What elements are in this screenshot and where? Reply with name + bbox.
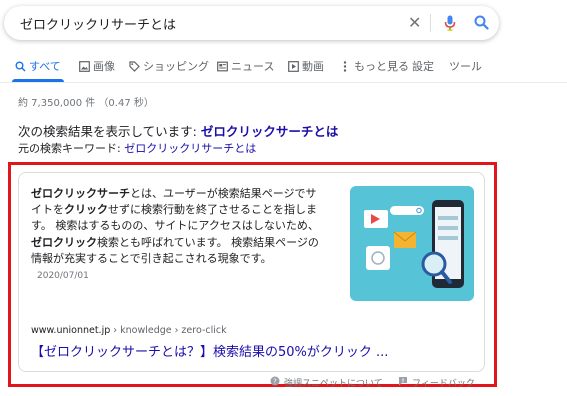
- tab-label: すべて: [29, 60, 61, 73]
- feedback-link[interactable]: フィードバック: [398, 376, 475, 389]
- tab-more[interactable]: もっと見る: [339, 58, 409, 74]
- original-query: 元の検索キーワード: ゼロクリックリサーチとは: [18, 140, 256, 156]
- about-featured-snippets[interactable]: ? 強調スニペットについて: [270, 376, 383, 389]
- showing-prefix: 次の検索結果を表示しています:: [18, 124, 201, 139]
- search-input[interactable]: ゼロクリックリサーチとは: [20, 14, 176, 33]
- tab-label: 画像: [93, 60, 115, 73]
- image-icon: [78, 60, 90, 72]
- svg-text:?: ?: [273, 378, 277, 386]
- tab-label: ショッピング: [143, 60, 209, 73]
- snippet-thumbnail[interactable]: [350, 186, 474, 301]
- tab-videos[interactable]: 動画: [287, 58, 324, 74]
- original-prefix: 元の検索キーワード:: [18, 142, 125, 155]
- more-vert-icon: [339, 60, 351, 72]
- result-stats: 約 7,350,000 件 （0.47 秒）: [18, 98, 154, 109]
- site-path: › knowledge › zero-click: [110, 325, 227, 336]
- tab-news[interactable]: ニュース: [216, 58, 274, 74]
- feedback-label: フィードバック: [412, 379, 475, 389]
- tab-shopping[interactable]: ショッピング: [128, 58, 209, 74]
- microphone-icon[interactable]: [444, 15, 456, 34]
- tab-label: 動画: [302, 60, 324, 73]
- search-tabs: すべて 画像 ショッピング ニュース 動画 もっと見る 設定 ツール: [0, 58, 567, 80]
- snippet-bold: ゼロクリックサーチ: [31, 187, 130, 200]
- tab-label: ニュース: [231, 60, 275, 73]
- tab-label: ツール: [449, 60, 482, 73]
- result-title-link[interactable]: 【ゼロクリックサーチとは？】検索結果の50%がクリック ...: [31, 341, 388, 360]
- snippet-date: 2020/07/01: [37, 271, 89, 282]
- search-icon[interactable]: [474, 15, 489, 33]
- snippet-text: ゼロクリックサーチとは、ユーザーが検索結果ページでサイトをクリックせずに検索行動…: [31, 186, 327, 284]
- tag-icon: [128, 60, 140, 72]
- clear-icon[interactable]: ✕: [408, 13, 421, 33]
- video-icon: [287, 60, 299, 72]
- tab-all[interactable]: すべて: [14, 58, 61, 74]
- tab-label: もっと見る: [354, 60, 409, 73]
- site-domain: www.unionnet.jp: [31, 325, 111, 336]
- result-url[interactable]: www.unionnet.jp › knowledge › zero-click: [31, 325, 227, 336]
- news-icon: [216, 60, 228, 72]
- about-label: 強調スニペットについて: [284, 379, 383, 389]
- snippet-bold: クリック: [64, 203, 108, 217]
- showing-results-for: 次の検索結果を表示しています: ゼロクリックサーチとは: [18, 121, 338, 140]
- search-divider: [430, 14, 431, 32]
- tab-label: 設定: [412, 60, 434, 73]
- help-icon: ?: [270, 376, 280, 389]
- corrected-query-link[interactable]: ゼロクリックサーチとは: [201, 124, 339, 139]
- feedback-icon: [398, 376, 408, 389]
- tab-images[interactable]: 画像: [78, 58, 115, 74]
- tab-settings[interactable]: 設定: [412, 58, 434, 74]
- tab-tools[interactable]: ツール: [449, 58, 482, 74]
- search-icon: [14, 60, 26, 72]
- snippet-bold: ゼロクリック: [31, 235, 97, 249]
- search-box[interactable]: ゼロクリックリサーチとは ✕: [4, 6, 499, 40]
- original-query-link[interactable]: ゼロクリックリサーチとは: [124, 142, 256, 155]
- tabs-divider: [0, 82, 567, 83]
